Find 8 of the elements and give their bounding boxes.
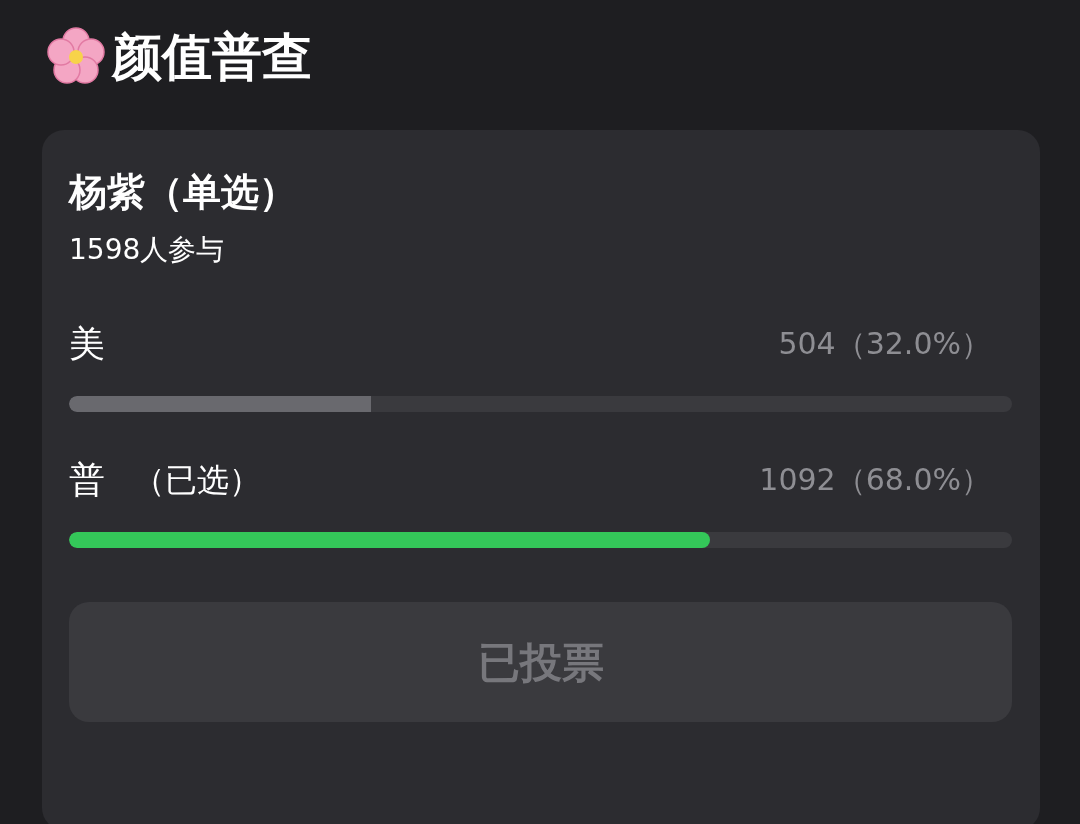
option-label: 美 bbox=[69, 322, 105, 366]
selected-note: （已选） bbox=[133, 460, 261, 501]
vote-result: 504（32.0%） bbox=[778, 325, 991, 363]
poll-title: 杨紫（单选） bbox=[69, 169, 298, 216]
participant-count: 1598人参与 bbox=[69, 232, 226, 268]
vote-result: 1092（68.0%） bbox=[759, 461, 991, 499]
page-title: 颜值普查 bbox=[112, 32, 312, 82]
option-label: 普 bbox=[69, 458, 105, 502]
